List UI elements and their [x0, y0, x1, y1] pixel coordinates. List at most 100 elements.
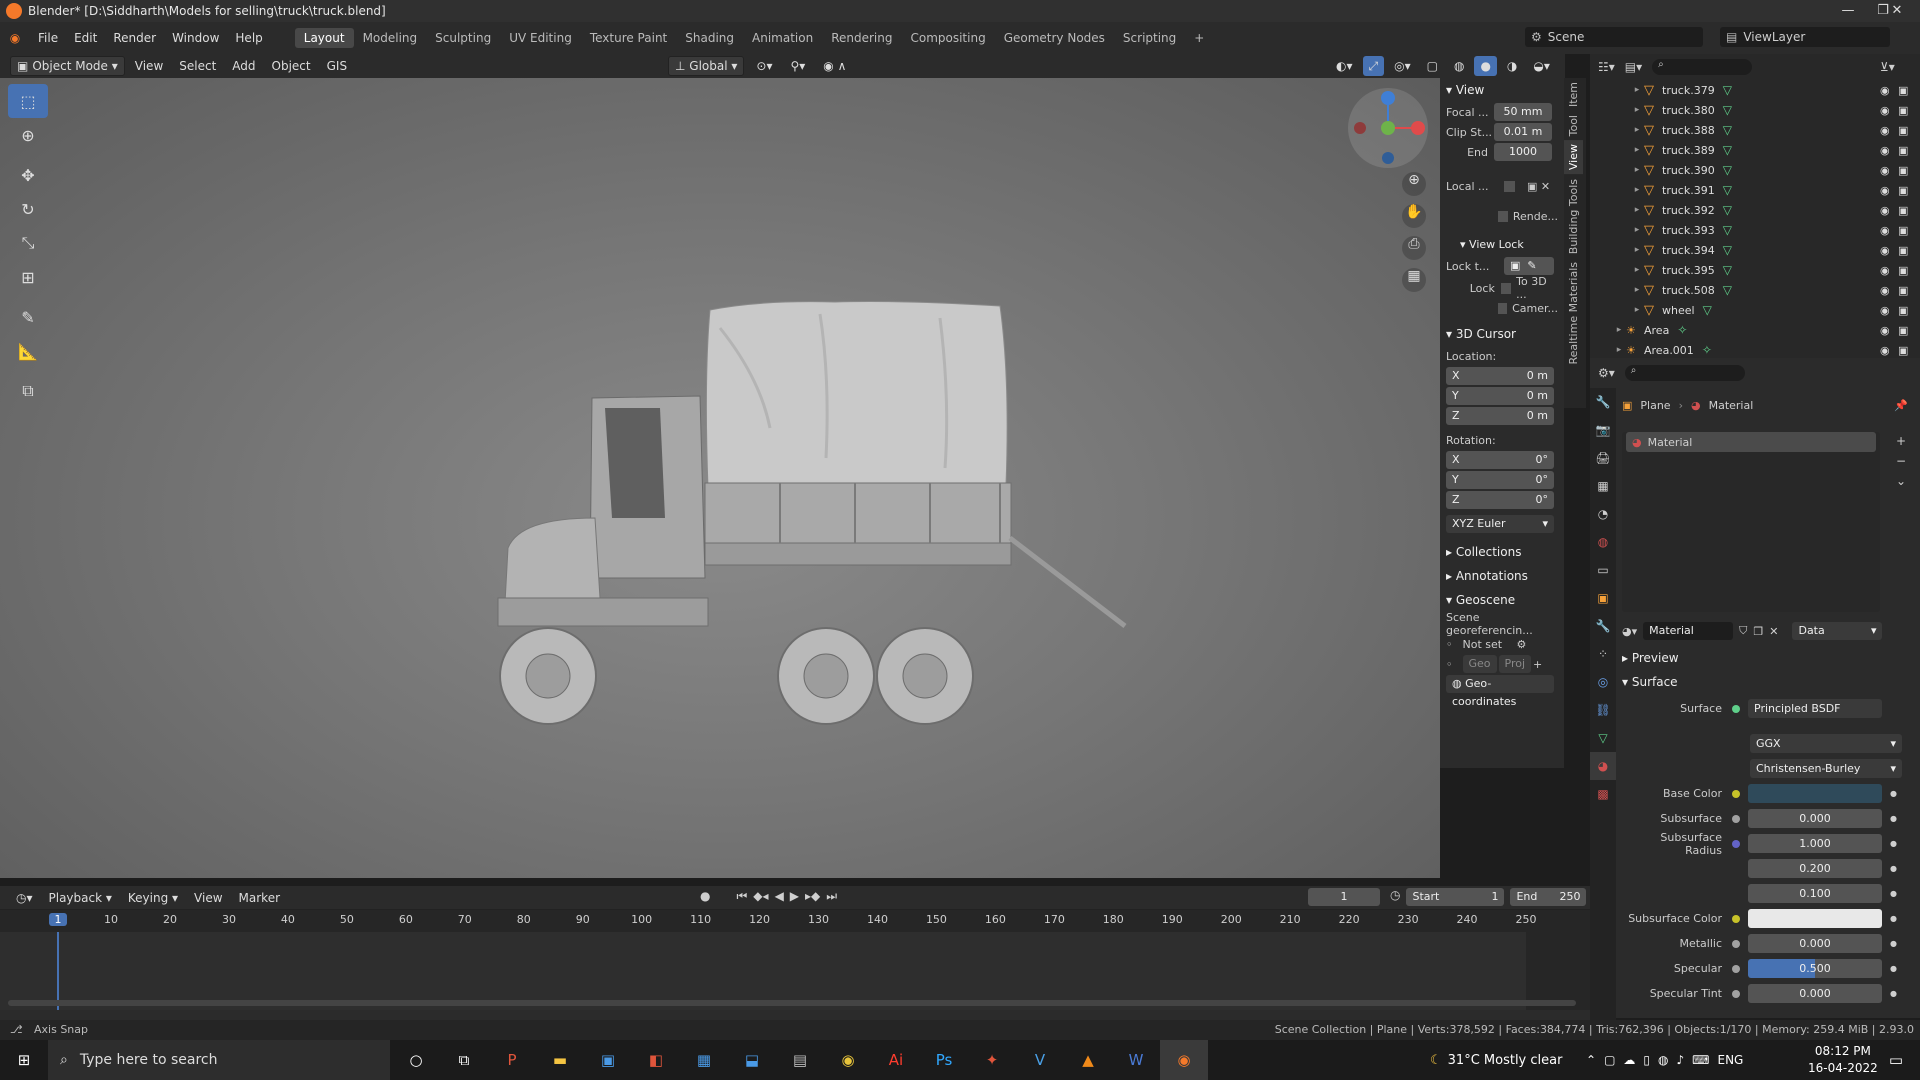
- keyframe-dot-icon[interactable]: ●: [1890, 814, 1897, 823]
- camera-render-icon[interactable]: ▣: [1898, 124, 1908, 137]
- modifier-props-icon[interactable]: 🔧: [1590, 612, 1616, 640]
- to-3d-cursor-checkbox[interactable]: [1500, 282, 1512, 294]
- clock[interactable]: 08:12 PM 16-04-2022: [1808, 1043, 1878, 1077]
- blender-taskbar-icon[interactable]: ◉: [1160, 1040, 1208, 1080]
- cursor-rot-z[interactable]: Z 0°: [1446, 491, 1554, 509]
- rendered-shading-icon[interactable]: ◒▾: [1527, 56, 1556, 76]
- zoom-icon[interactable]: ⊕: [1402, 172, 1426, 196]
- eye-icon[interactable]: ◉: [1880, 324, 1890, 337]
- material-props-icon[interactable]: ◕: [1590, 752, 1616, 780]
- camera-render-icon[interactable]: ▣: [1898, 244, 1908, 257]
- current-frame-field[interactable]: 1: [1308, 888, 1380, 906]
- menu-add[interactable]: Add: [226, 56, 261, 76]
- menu-window[interactable]: Window: [164, 31, 227, 45]
- menu-render[interactable]: Render: [105, 31, 164, 45]
- eye-icon[interactable]: ◉: [1880, 204, 1890, 217]
- cursor-rot-x[interactable]: X 0°: [1446, 451, 1554, 469]
- annotations-header[interactable]: ▸ Annotations: [1440, 564, 1564, 588]
- tab-realtime-materials[interactable]: Realtime Materials: [1564, 258, 1583, 368]
- add-slot-icon[interactable]: +: [1896, 434, 1906, 448]
- add-cube-tool-icon[interactable]: ⧉: [8, 374, 48, 408]
- view-layer-props-icon[interactable]: ▦: [1590, 472, 1616, 500]
- camera-render-icon[interactable]: ▣: [1898, 84, 1908, 97]
- menu-view-3d[interactable]: View: [129, 56, 169, 76]
- camera-render-icon[interactable]: ▣: [1898, 144, 1908, 157]
- task-view-icon[interactable]: ⧉: [440, 1040, 488, 1080]
- tab-geometry-nodes[interactable]: Geometry Nodes: [995, 28, 1114, 48]
- cursor-loc-y[interactable]: Y0 m: [1446, 387, 1554, 405]
- tab-texture-paint[interactable]: Texture Paint: [581, 28, 676, 48]
- powerpoint-icon[interactable]: P: [488, 1040, 536, 1080]
- camera-render-icon[interactable]: ▣: [1898, 224, 1908, 237]
- tab-tool[interactable]: Tool: [1564, 111, 1583, 140]
- scene-props-icon[interactable]: ◔: [1590, 500, 1616, 528]
- geo-coordinates-button[interactable]: ◍ Geo-coordinates: [1446, 675, 1554, 708]
- camera-picker-icon[interactable]: ▣ ✕: [1527, 180, 1550, 193]
- annotate-tool-icon[interactable]: ✎: [8, 300, 48, 334]
- camera-render-icon[interactable]: ▣: [1898, 344, 1908, 357]
- geo-button[interactable]: Geo: [1462, 655, 1497, 673]
- start-frame-field[interactable]: Start 1: [1406, 888, 1505, 906]
- eye-icon[interactable]: ◉: [1880, 164, 1890, 177]
- eye-icon[interactable]: ◉: [1880, 284, 1890, 297]
- tab-compositing[interactable]: Compositing: [901, 28, 994, 48]
- keyframe-dot-icon[interactable]: ●: [1890, 889, 1897, 898]
- expand-icon[interactable]: ▸: [1630, 105, 1644, 115]
- camera-render-icon[interactable]: ▣: [1898, 304, 1908, 317]
- camera-render-icon[interactable]: ▣: [1898, 164, 1908, 177]
- app-icon-2[interactable]: ▤: [776, 1040, 824, 1080]
- subsurface-method-dropdown[interactable]: Christensen-Burley ▾: [1750, 759, 1902, 778]
- eye-icon[interactable]: ◉: [1880, 144, 1890, 157]
- app-icon-3[interactable]: ✦: [968, 1040, 1016, 1080]
- expand-icon[interactable]: ▸: [1612, 345, 1626, 355]
- data-props-icon[interactable]: ▽: [1590, 724, 1616, 752]
- gizmo-toggle-icon[interactable]: ⤢: [1362, 56, 1385, 76]
- volume-icon[interactable]: ♪: [1677, 1053, 1685, 1067]
- keyframe-dot-icon[interactable]: ●: [1890, 989, 1897, 998]
- unlink-material-icon[interactable]: ✕: [1769, 625, 1778, 638]
- 3d-viewport[interactable]: ⊕ ✋ ⎙ ▦: [0, 78, 1440, 878]
- vlc-icon[interactable]: ▲: [1064, 1040, 1112, 1080]
- material-browse-icon[interactable]: ◕▾: [1622, 625, 1637, 638]
- eye-icon[interactable]: ◉: [1880, 264, 1890, 277]
- orientation-dropdown[interactable]: ⊥ Global ▾: [668, 56, 745, 76]
- lock-object-field[interactable]: ▣ ✎: [1504, 257, 1554, 275]
- tray-cloud-icon[interactable]: ☁: [1623, 1053, 1635, 1067]
- cursor-loc-x[interactable]: X0 m: [1446, 367, 1554, 385]
- view-lock-header[interactable]: ▾ View Lock: [1440, 232, 1564, 256]
- physics-props-icon[interactable]: ◎: [1590, 668, 1616, 696]
- tray-chevron-icon[interactable]: ⌃: [1586, 1053, 1596, 1067]
- pan-hand-icon[interactable]: ✋: [1402, 204, 1426, 228]
- geo-settings-icon[interactable]: ⚙: [1517, 638, 1527, 651]
- wireframe-shading-icon[interactable]: ◍: [1448, 56, 1470, 76]
- scene-name[interactable]: Scene: [1548, 30, 1585, 44]
- surface-shader-field[interactable]: Principled BSDF: [1748, 699, 1882, 718]
- constraints-props-icon[interactable]: ⛓: [1590, 696, 1616, 724]
- keyboard-icon[interactable]: ⌨: [1692, 1053, 1709, 1067]
- tab-building-tools[interactable]: Building Tools: [1564, 175, 1583, 258]
- blender-menu-icon[interactable]: ◉: [0, 31, 30, 45]
- tool-props-icon[interactable]: 🔧: [1590, 388, 1616, 416]
- eye-icon[interactable]: ◉: [1880, 104, 1890, 117]
- weather-widget[interactable]: ☾ 31°C Mostly clear: [1430, 1040, 1562, 1080]
- value-field[interactable]: 0.000: [1748, 984, 1882, 1003]
- plus-icon[interactable]: +: [1533, 658, 1542, 671]
- expand-icon[interactable]: ▸: [1630, 245, 1644, 255]
- camera-render-icon[interactable]: ▣: [1898, 104, 1908, 117]
- play-icon[interactable]: ▶: [790, 889, 799, 904]
- expand-icon[interactable]: ▸: [1630, 205, 1644, 215]
- menu-select[interactable]: Select: [173, 56, 222, 76]
- jump-end-icon[interactable]: ⏭: [826, 889, 837, 904]
- render-region-checkbox[interactable]: [1498, 210, 1508, 222]
- timeline-view-menu[interactable]: View: [188, 888, 228, 908]
- navigation-gizmo[interactable]: [1348, 88, 1428, 168]
- scale-tool-icon[interactable]: ⤡: [8, 226, 48, 260]
- material-name-field[interactable]: Material: [1643, 622, 1734, 640]
- outliner-search[interactable]: ⌕: [1652, 59, 1753, 75]
- keyframe-dot-icon[interactable]: ●: [1890, 939, 1897, 948]
- expand-icon[interactable]: ▸: [1630, 85, 1644, 95]
- particles-props-icon[interactable]: ⁘: [1590, 640, 1616, 668]
- snap-icon[interactable]: ⚲▾: [784, 56, 811, 76]
- clip-end-field[interactable]: 1000: [1494, 143, 1552, 161]
- notifications-icon[interactable]: ▭: [1872, 1040, 1920, 1080]
